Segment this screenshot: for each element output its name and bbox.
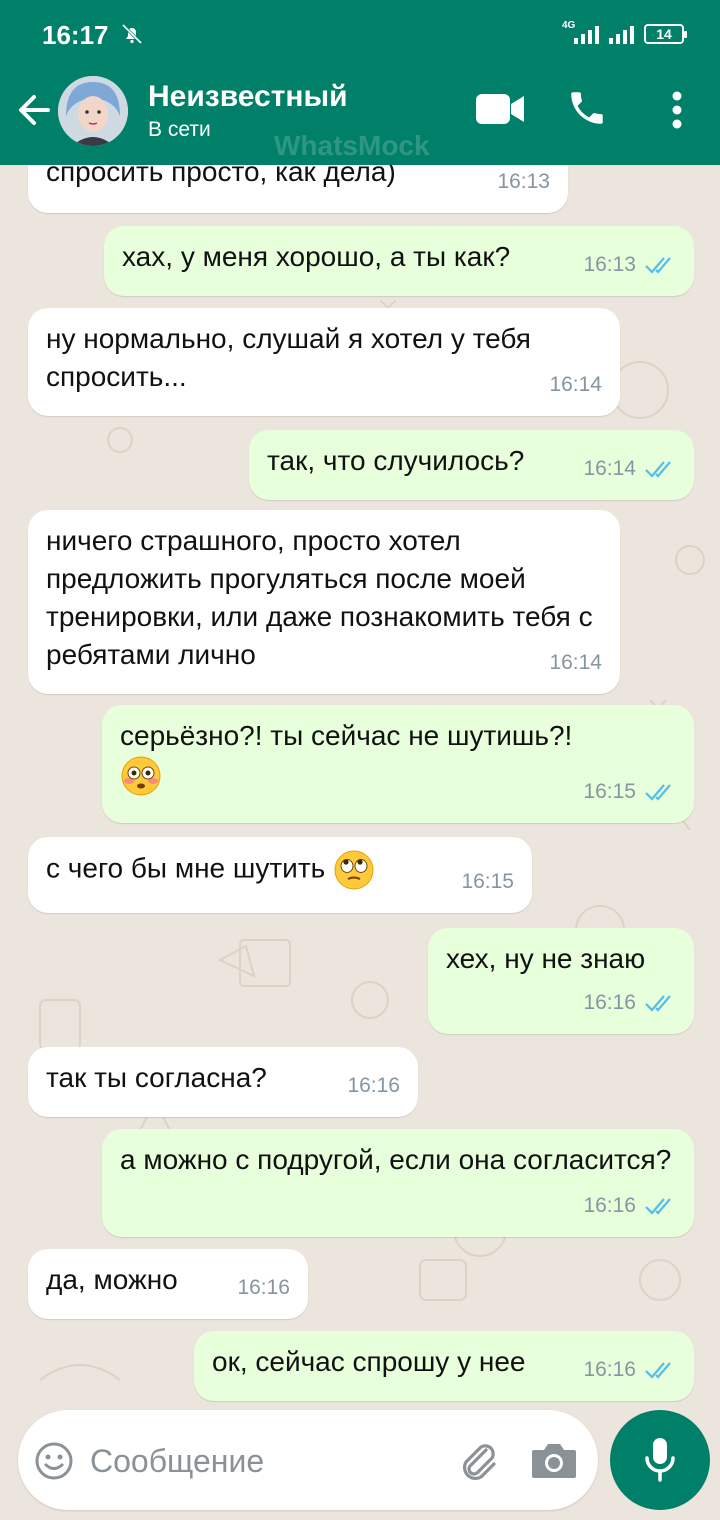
watermark-text: WhatsMock xyxy=(274,130,430,161)
message-outgoing[interactable]: хах, у меня хорошо, а ты как? 16:13 xyxy=(104,226,694,296)
app-header: 16:17 4G 14 Неизвестный В сети WhatsMock xyxy=(0,0,720,165)
message-time: 16:15 xyxy=(583,780,636,803)
back-arrow-icon[interactable] xyxy=(14,88,54,132)
message-incoming[interactable]: да, можно 16:16 xyxy=(28,1249,308,1319)
message-text-content: серьёзно?! ты сейчас не шутишь?! xyxy=(120,720,573,751)
message-incoming[interactable]: с чего бы мне шутить 16:15 xyxy=(28,837,532,913)
message-outgoing[interactable]: серьёзно?! ты сейчас не шутишь?! 16:15 xyxy=(102,705,694,823)
message-outgoing[interactable]: хех, ну не знаю 16:16 xyxy=(428,928,694,1034)
message-composer[interactable]: Сообщение xyxy=(18,1410,598,1510)
battery-icon: 14 xyxy=(644,24,687,44)
read-double-check-icon xyxy=(645,257,671,274)
read-double-check-icon xyxy=(645,995,671,1012)
message-text: с чего бы мне шутить xyxy=(46,849,514,891)
voice-record-button[interactable] xyxy=(610,1410,710,1510)
message-text: а можно с подругой, если она согласится? xyxy=(120,1144,672,1175)
read-double-check-icon xyxy=(645,784,671,801)
message-time: 16:14 xyxy=(549,651,602,674)
video-call-icon[interactable] xyxy=(475,92,525,126)
message-outgoing[interactable]: а можно с подругой, если она согласится?… xyxy=(102,1129,694,1237)
flushed-face-emoji-icon xyxy=(121,756,161,796)
message-list[interactable]: спросить просто, как дела) 16:13 хах, у … xyxy=(0,165,720,1405)
message-time: 16:14 xyxy=(549,373,602,396)
read-double-check-icon xyxy=(645,1198,671,1215)
message-incoming[interactable]: ну нормально, слушай я хотел у тебя спро… xyxy=(28,308,620,416)
muted-bell-icon xyxy=(121,23,143,45)
message-incoming[interactable]: ничего страшного, просто хотел предложит… xyxy=(28,510,620,694)
message-text: хех, ну не знаю xyxy=(446,943,646,974)
contact-name[interactable]: Неизвестный xyxy=(148,80,348,114)
message-time: 16:14 xyxy=(583,457,636,480)
read-double-check-icon xyxy=(645,1362,671,1379)
message-time: 16:16 xyxy=(347,1074,400,1097)
signal-4g-icon: 4G xyxy=(562,20,599,44)
read-double-check-icon xyxy=(645,461,671,478)
emoji-picker-icon[interactable] xyxy=(34,1441,74,1481)
message-time: 16:16 xyxy=(583,1194,636,1217)
message-input[interactable]: Сообщение xyxy=(90,1443,264,1480)
signal-icon xyxy=(609,24,634,44)
message-time: 16:15 xyxy=(461,870,514,893)
message-time: 16:16 xyxy=(583,1358,636,1381)
message-time: 16:13 xyxy=(583,253,636,276)
more-options-icon[interactable] xyxy=(662,90,692,130)
voice-call-icon[interactable] xyxy=(566,86,608,130)
network-label: 4G xyxy=(562,20,576,31)
message-time: 16:16 xyxy=(583,991,636,1014)
contact-avatar[interactable] xyxy=(58,76,128,146)
camera-icon[interactable] xyxy=(530,1440,578,1480)
message-outgoing[interactable]: ок, сейчас спрошу у нее 16:16 xyxy=(194,1331,694,1401)
message-time: 16:13 xyxy=(497,170,550,193)
message-text: ничего страшного, просто хотел предложит… xyxy=(46,525,593,670)
battery-level: 14 xyxy=(656,26,672,42)
eye-roll-emoji-icon xyxy=(334,850,374,890)
message-incoming[interactable]: так ты согласна? 16:16 xyxy=(28,1047,418,1117)
message-text-content: с чего бы мне шутить xyxy=(46,852,326,884)
message-outgoing[interactable]: так, что случилось? 16:14 xyxy=(249,430,694,500)
attach-paperclip-icon[interactable] xyxy=(456,1438,500,1482)
message-text: спросить просто, как дела) xyxy=(46,165,396,187)
message-incoming[interactable]: спросить просто, как дела) 16:13 xyxy=(28,165,568,213)
message-text: ну нормально, слушай я хотел у тебя спро… xyxy=(46,323,531,392)
status-indicators: 4G 14 xyxy=(562,20,687,48)
message-time: 16:16 xyxy=(237,1276,290,1299)
contact-status: В сети xyxy=(148,118,211,141)
status-time: 16:17 xyxy=(42,20,109,50)
microphone-icon xyxy=(645,1438,675,1482)
